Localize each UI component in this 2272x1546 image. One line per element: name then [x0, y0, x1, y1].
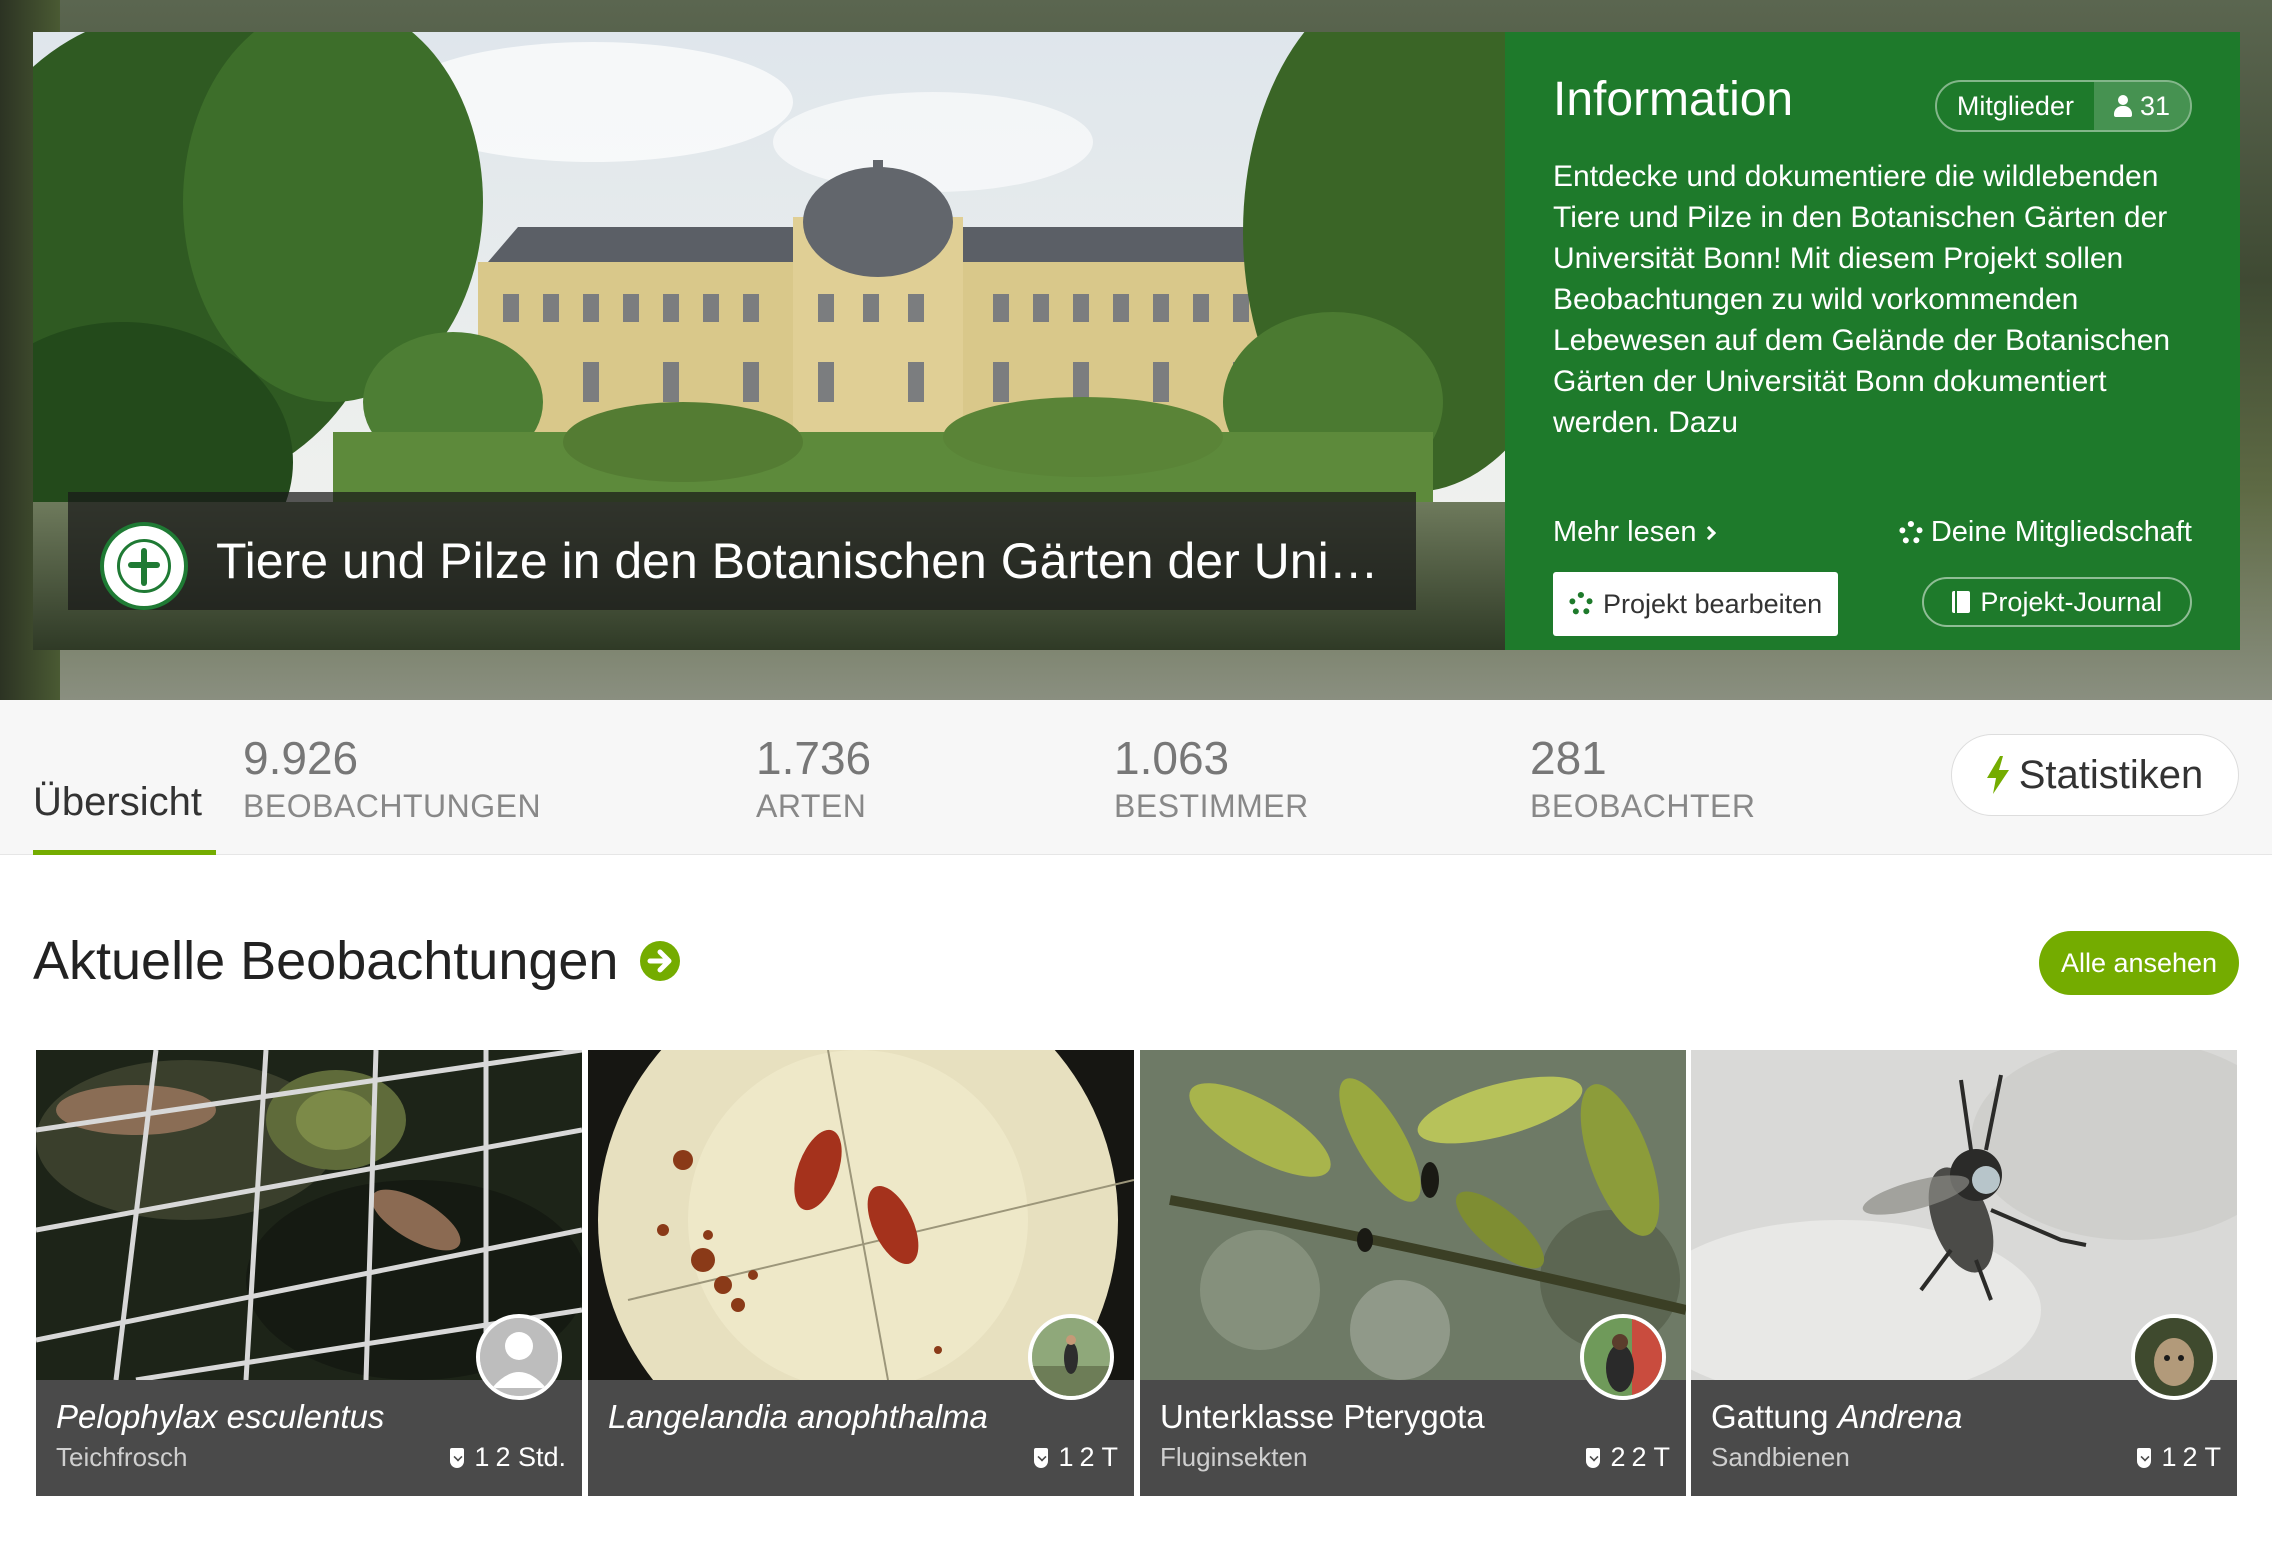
observation-meta: Gattung Andrena Sandbienen 1 2 T: [1691, 1380, 2237, 1496]
identification-count: 1 2 Std.: [450, 1442, 566, 1473]
project-logo[interactable]: [100, 522, 188, 610]
project-header: Tiere und Pilze in den Botanischen Gärte…: [0, 0, 2272, 700]
lightning-icon: [1986, 756, 2009, 794]
gear-icon: [1898, 520, 1923, 545]
observation-card[interactable]: Unterklasse Pterygota Fluginsekten 2 2 T: [1140, 1050, 1686, 1496]
scientific-name[interactable]: Pelophylax esculentus: [56, 1398, 384, 1436]
taxon-name: Langelandia anophthalma: [608, 1398, 988, 1435]
project-description: Entdecke und dokumentiere die wildlebend…: [1553, 160, 2171, 439]
read-more-label: Mehr lesen: [1553, 516, 1697, 548]
scientific-name[interactable]: Langelandia anophthalma: [608, 1398, 988, 1436]
project-journal-button[interactable]: Projekt-Journal: [1922, 577, 2192, 627]
identification-count: 2 2 T: [1586, 1442, 1670, 1473]
edit-project-label: Projekt bearbeiten: [1603, 588, 1823, 619]
tab-active-indicator: [33, 850, 216, 855]
statistics-button[interactable]: Statistiken: [1951, 734, 2239, 816]
members-button[interactable]: Mitglieder 31: [1934, 80, 2192, 132]
project-title[interactable]: Tiere und Pilze in den Botanischen Gärte…: [216, 532, 1386, 590]
edit-project-button[interactable]: Projekt bearbeiten: [1553, 572, 1839, 636]
observation-meta: Unterklasse Pterygota Fluginsekten 2 2 T: [1140, 1380, 1686, 1496]
ids-count: 1: [1058, 1442, 1074, 1472]
view-all-button[interactable]: Alle ansehen: [2039, 931, 2239, 995]
user-avatar[interactable]: [1028, 1314, 1114, 1400]
user-avatar[interactable]: [1580, 1314, 1666, 1400]
stat-label: BEOBACHTER: [1530, 788, 1756, 824]
stat-value: 9.926: [243, 732, 359, 784]
user-avatar[interactable]: [2131, 1314, 2217, 1400]
common-name: Teichfrosch: [56, 1442, 188, 1472]
members-count: 31: [2139, 90, 2170, 121]
observation-card[interactable]: Langelandia anophthalma 1 2 T: [588, 1050, 1134, 1496]
observation-card[interactable]: Pelophylax esculentus Teichfrosch 1 2 St…: [36, 1050, 582, 1496]
stat-observations[interactable]: 9.926 BEOBACHTUNGEN: [243, 732, 541, 828]
info-title: Information: [1553, 73, 1794, 126]
stat-value: 281: [1530, 732, 1607, 784]
identification-icon: [2137, 1447, 2152, 1468]
ids-count: 1: [474, 1442, 490, 1472]
identification-count: 1 2 T: [2137, 1442, 2221, 1473]
taxon-name: Andrena: [1837, 1398, 1963, 1435]
taxon-name: Pelophylax esculentus: [56, 1398, 385, 1435]
identification-icon: [450, 1447, 465, 1468]
common-name: Sandbienen: [1711, 1442, 1850, 1472]
user-icon: [2113, 95, 2132, 117]
taxon-rank: Gattung: [1711, 1398, 1838, 1435]
observation-cards: Pelophylax esculentus Teichfrosch 1 2 St…: [36, 1050, 2238, 1496]
observed-time: 2 T: [1631, 1442, 1670, 1472]
common-name: Fluginsekten: [1160, 1442, 1308, 1472]
identification-count: 1 2 T: [1034, 1442, 1118, 1473]
observation-card[interactable]: Gattung Andrena Sandbienen 1 2 T: [1691, 1050, 2237, 1496]
membership-link[interactable]: Deine Mitgliedschaft: [1898, 516, 2192, 549]
stat-label: BEOBACHTUNGEN: [243, 788, 542, 824]
stat-label: BESTIMMER: [1114, 788, 1309, 824]
book-icon: [1952, 591, 1971, 613]
read-more-link[interactable]: Mehr lesen: [1553, 516, 1717, 549]
chevron-right-icon: [1702, 525, 1717, 540]
recent-observations-heading[interactable]: Aktuelle Beobachtungen: [33, 930, 681, 992]
scientific-name[interactable]: Unterklasse Pterygota: [1160, 1398, 1485, 1436]
statistics-label: Statistiken: [2018, 752, 2204, 797]
stat-value: 1.063: [1114, 732, 1230, 784]
observation-meta: Langelandia anophthalma 1 2 T: [588, 1380, 1134, 1496]
tab-overview[interactable]: Übersicht: [33, 780, 202, 825]
identification-icon: [1586, 1447, 1601, 1468]
members-label: Mitglieder: [1956, 90, 2074, 121]
observation-meta: Pelophylax esculentus Teichfrosch 1 2 St…: [36, 1380, 582, 1496]
identification-icon: [1034, 1447, 1049, 1468]
stat-species[interactable]: 1.736 ARTEN: [756, 732, 871, 828]
info-panel: Information Mitglieder 31 Entdecke und d…: [1505, 32, 2240, 650]
stat-label: ARTEN: [756, 788, 867, 824]
scientific-name[interactable]: Gattung Andrena: [1711, 1398, 1962, 1436]
section-title: Aktuelle Beobachtungen: [33, 931, 619, 991]
observed-time: 2 Std.: [495, 1442, 566, 1472]
ids-count: 2: [1610, 1442, 1626, 1472]
project-journal-label: Projekt-Journal: [1980, 586, 2162, 617]
user-avatar[interactable]: [476, 1314, 562, 1400]
stats-bar: Übersicht 9.926 BEOBACHTUNGEN 1.736 ARTE…: [0, 700, 2272, 855]
stat-observers[interactable]: 281 BEOBACHTER: [1530, 732, 1755, 828]
observed-time: 2 T: [1079, 1442, 1118, 1472]
ids-count: 1: [2161, 1442, 2177, 1472]
observed-time: 2 T: [2182, 1442, 2221, 1472]
stat-value: 1.736: [756, 732, 872, 784]
stat-identifiers[interactable]: 1.063 BESTIMMER: [1114, 732, 1309, 828]
arrow-right-circle-icon: [640, 941, 681, 981]
gear-icon: [1569, 592, 1593, 616]
membership-label: Deine Mitgliedschaft: [1930, 516, 2192, 548]
taxon-rank: Unterklasse Pterygota: [1160, 1398, 1485, 1435]
